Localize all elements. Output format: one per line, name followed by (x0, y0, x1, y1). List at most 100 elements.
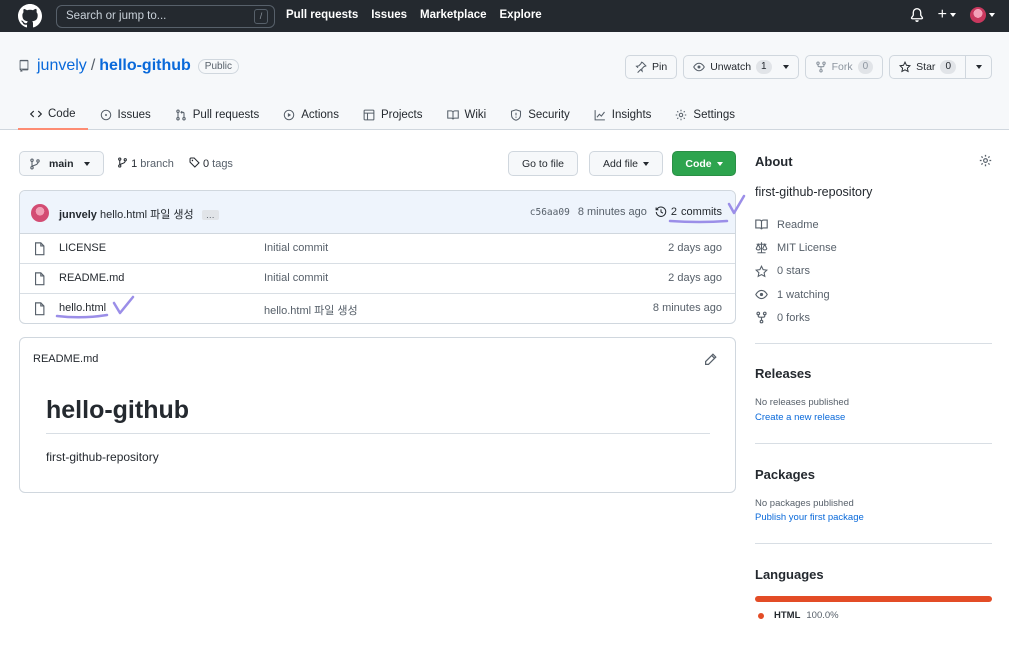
commit-expand-button[interactable]: … (201, 210, 219, 220)
table-row[interactable]: README.md Initial commit 2 days ago (20, 264, 735, 294)
publish-package-link[interactable]: Publish your first package (755, 512, 992, 523)
tab-projects[interactable]: Projects (351, 100, 435, 130)
releases-title[interactable]: Releases (755, 366, 992, 381)
tab-insights[interactable]: Insights (582, 100, 664, 130)
github-logo-icon[interactable] (18, 4, 42, 28)
about-license-link[interactable]: MIT License (755, 236, 992, 259)
about-stars-link[interactable]: 0 stars (755, 260, 992, 283)
tab-wiki[interactable]: Wiki (435, 100, 499, 130)
file-icon (34, 272, 45, 286)
star-icon (755, 264, 768, 278)
nav-explore[interactable]: Explore (500, 9, 542, 21)
repo-tabs: Code Issues Pull requests Actions Projec… (18, 100, 747, 130)
language-bar (755, 596, 992, 602)
pencil-icon[interactable] (704, 353, 717, 366)
language-percent: 100.0% (806, 610, 839, 621)
eye-icon (693, 62, 706, 72)
commit-sha-link[interactable]: c56aa09 (530, 207, 570, 218)
about-list: Readme MIT License 0 stars 1 watching 0 … (755, 213, 992, 329)
pin-icon (635, 61, 647, 73)
file-commit-date: 2 days ago (668, 242, 722, 254)
star-button[interactable]: Star 0 (889, 55, 966, 79)
file-name-link[interactable]: README.md (59, 272, 124, 284)
branch-selector[interactable]: main (19, 151, 104, 176)
tab-pull-requests[interactable]: Pull requests (163, 100, 271, 130)
table-row[interactable]: hello.html hello.html 파일 생성 8 minutes ag… (20, 294, 735, 323)
tab-label: Settings (693, 109, 735, 121)
table-icon (363, 109, 375, 121)
commit-author-link[interactable]: junvely (59, 209, 97, 221)
commit-title-link[interactable]: hello.html 파일 생성 (100, 209, 194, 221)
about-item-label: 1 watching (777, 288, 830, 301)
repo-title: junvely / hello-github Public (18, 57, 240, 75)
go-to-file-button[interactable]: Go to file (508, 151, 579, 176)
play-icon (283, 109, 295, 121)
star-dropdown-button[interactable] (966, 55, 992, 79)
repo-owner-link[interactable]: junvely (37, 57, 87, 75)
user-menu-button[interactable] (970, 7, 995, 23)
tab-settings[interactable]: Settings (663, 100, 747, 130)
nav-pull-requests[interactable]: Pull requests (286, 9, 358, 21)
language-color-dot (758, 612, 764, 619)
search-shortcut-key: / (254, 9, 268, 24)
create-release-link[interactable]: Create a new release (755, 412, 992, 423)
file-commit-message[interactable]: Initial commit (264, 272, 328, 284)
add-file-button[interactable]: Add file (589, 151, 664, 176)
tags-label: tags (212, 158, 233, 170)
table-row[interactable]: LICENSE Initial commit 2 days ago (20, 234, 735, 264)
about-readme-link[interactable]: Readme (755, 213, 992, 236)
global-header: Search or jump to... / Pull requests Iss… (0, 0, 1009, 32)
tab-security[interactable]: Security (498, 100, 582, 130)
branches-label: branch (140, 158, 174, 170)
unwatch-button[interactable]: Unwatch 1 (683, 55, 799, 79)
unwatch-label: Unwatch (710, 61, 752, 73)
book-icon (755, 219, 768, 230)
nav-issues[interactable]: Issues (371, 9, 407, 21)
search-input[interactable]: Search or jump to... / (56, 5, 275, 28)
avatar[interactable] (31, 204, 49, 222)
code-label: Code (685, 157, 712, 170)
about-item-label: 0 stars (777, 265, 811, 278)
repo-icon (19, 59, 29, 73)
about-item-label: 0 forks (777, 311, 811, 324)
history-icon (655, 206, 667, 217)
chevron-down-icon (83, 161, 90, 166)
repo-separator: / (90, 57, 96, 74)
tab-actions[interactable]: Actions (271, 100, 351, 130)
pin-button[interactable]: Pin (625, 55, 678, 79)
file-name-link[interactable]: hello.html (59, 302, 106, 314)
file-commit-message[interactable]: Initial commit (264, 242, 328, 254)
code-icon (30, 110, 42, 118)
chevron-down-icon (975, 65, 982, 69)
tab-code[interactable]: Code (18, 100, 88, 130)
repo-name-link[interactable]: hello-github (99, 57, 191, 75)
branch-icon (118, 157, 127, 168)
file-commit-message[interactable]: hello.html 파일 생성 (264, 302, 358, 318)
star-button-group: Star 0 (889, 55, 992, 79)
gear-icon[interactable] (979, 154, 992, 167)
chevron-down-icon (989, 13, 995, 17)
fork-button[interactable]: Fork 0 (804, 55, 884, 79)
tab-issues[interactable]: Issues (88, 100, 163, 130)
about-watching-link[interactable]: 1 watching (755, 283, 992, 306)
about-item-label: Readme (777, 218, 819, 231)
file-icon (34, 242, 45, 256)
branches-link[interactable]: 1 branch (117, 157, 174, 170)
file-commit-date: 2 days ago (668, 272, 722, 284)
packages-title[interactable]: Packages (755, 467, 992, 482)
about-forks-link[interactable]: 0 forks (755, 306, 992, 329)
tab-label: Code (48, 108, 76, 120)
commits-history-link[interactable]: 2 commits (655, 206, 722, 218)
create-new-button[interactable]: + (938, 7, 956, 23)
code-button[interactable]: Code (672, 151, 736, 176)
file-name-link[interactable]: LICENSE (59, 242, 106, 254)
language-item[interactable]: HTML 100.0% (758, 610, 839, 621)
file-icon (34, 302, 45, 316)
tags-link[interactable]: 0 tags (189, 157, 233, 170)
divider (755, 543, 992, 544)
top-navigation: Pull requests Issues Marketplace Explore (286, 9, 542, 21)
bell-icon[interactable] (910, 8, 924, 22)
nav-marketplace[interactable]: Marketplace (420, 9, 486, 21)
add-file-label: Add file (603, 157, 639, 170)
readme-filename[interactable]: README.md (33, 353, 98, 365)
